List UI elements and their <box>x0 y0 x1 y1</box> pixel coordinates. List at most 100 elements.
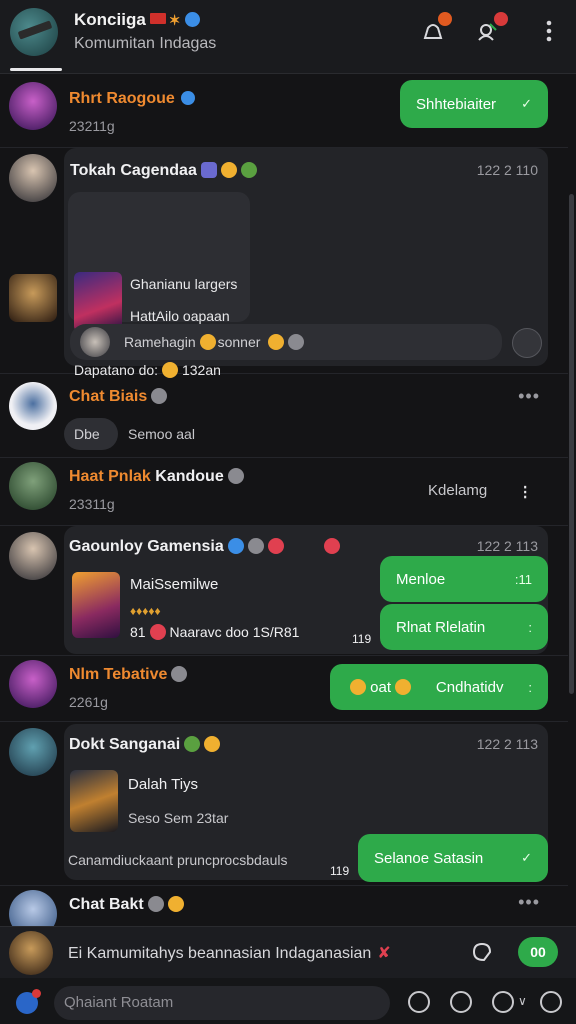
avatar[interactable] <box>9 462 57 510</box>
chat-row[interactable]: Chat Bakt ••• <box>0 886 568 926</box>
active-tab-indicator <box>10 68 62 71</box>
chat-name-text: Haat Pnlak <box>69 468 151 485</box>
notification-icon[interactable] <box>420 12 452 44</box>
bubble-time: :11 <box>514 571 532 587</box>
scrollbar[interactable] <box>569 194 574 694</box>
mute-icon <box>171 666 188 682</box>
mute-icon <box>227 468 244 484</box>
emoji-icon <box>240 162 257 178</box>
emoji-icon <box>204 736 221 752</box>
outgoing-bubble[interactable]: Rlnat Rlelatin: <box>380 604 548 650</box>
chat-row[interactable]: Haat Pnlak Kandoue 23311g Kdelamg ⁝ <box>0 458 568 526</box>
avatar[interactable] <box>9 728 57 776</box>
chat-row[interactable]: Dokt Sanganai 122 2 113 Dalah Tiys Seso … <box>0 722 568 886</box>
emoji-icon <box>268 334 285 350</box>
tag-pill[interactable]: Dbe <box>64 418 118 450</box>
chat-row[interactable]: Rhrt Raogoue 23211g Shhtebiaiter ✓ <box>0 74 568 148</box>
emoji-icon <box>220 162 237 178</box>
voice-icon[interactable] <box>408 991 430 1013</box>
more-vertical-icon[interactable]: ⁝ <box>522 480 528 505</box>
outgoing-bubble[interactable]: oat Cndhatidv: <box>330 664 548 710</box>
status-text: Kdelamg <box>428 482 488 499</box>
bubble-text: Rlnat Rlelatin <box>396 618 486 636</box>
chat-row[interactable]: Chat Biais ••• Dbe Semoo aal <box>0 374 568 458</box>
card-title: MaiSsemilwe <box>130 576 219 593</box>
more-icon[interactable]: ••• <box>518 892 540 913</box>
chat-name-secondary: Kandoue <box>155 468 224 485</box>
bubble-time: : <box>528 679 532 695</box>
emoji-icon <box>323 538 340 554</box>
sparkle-icon: ✶ <box>168 12 181 28</box>
chat-name-text: Gaounloy Gamensia <box>69 538 224 555</box>
chat-bubble-icon[interactable] <box>450 991 472 1013</box>
more-vertical-icon[interactable] <box>536 18 552 44</box>
side-count: 119 <box>330 864 350 878</box>
read-tick-icon: ✓ <box>521 96 532 111</box>
side-count: 119 <box>352 632 372 646</box>
group-title[interactable]: Konciiga ✶ <box>74 10 200 30</box>
friends-icon[interactable] <box>476 12 508 44</box>
timestamp: 122 2 110 <box>476 162 538 178</box>
outgoing-bubble[interactable]: Selanoe Satasin ✓ <box>358 834 548 882</box>
reaction-text: Ramehagin <box>124 334 196 350</box>
chat-list[interactable]: Rhrt Raogoue 23211g Shhtebiaiter ✓ Tokah … <box>0 74 576 926</box>
chat-name: Gaounloy Gamensia <box>69 538 340 556</box>
close-icon[interactable]: ✘ <box>377 945 390 962</box>
avatar <box>9 931 53 975</box>
bubble-prefix-text: oat <box>370 678 392 696</box>
chat-preview: Semoo aal <box>128 426 195 442</box>
card-count: 81 <box>130 624 146 640</box>
send-button[interactable]: 00 <box>518 937 558 967</box>
emoji-picker-icon[interactable] <box>492 991 514 1013</box>
chat-name: Chat Bakt <box>69 896 184 914</box>
thumbnail-image[interactable] <box>72 572 120 638</box>
card-meta-text: Naaravc doo 1S/R81 <box>169 624 300 640</box>
chat-row[interactable]: Gaounloy Gamensia 122 2 113 MaiSsemilwe … <box>0 526 568 656</box>
chat-preview: 2261g <box>69 694 108 710</box>
timer-icon[interactable] <box>512 328 542 358</box>
card-subtitle: Seso Sem 23tar <box>128 810 229 826</box>
clap-icon <box>167 896 184 912</box>
avatar[interactable] <box>9 274 57 322</box>
bubble-text: Shhtebiaiter <box>416 95 497 113</box>
group-avatar[interactable] <box>10 8 58 56</box>
friends-badge <box>494 12 508 26</box>
chat-name: Dokt Sanganai <box>69 736 221 754</box>
avatar[interactable] <box>9 82 57 130</box>
avatar[interactable] <box>9 382 57 430</box>
emoji-icon <box>247 538 264 554</box>
compose-preview[interactable]: Ei Kamumitahys beannasian Indaganasian ✘ … <box>0 926 576 978</box>
more-icon[interactable]: ••• <box>518 386 540 407</box>
avatar[interactable] <box>9 660 57 708</box>
reaction-bar[interactable]: Ramehagin sonner <box>70 324 502 360</box>
avatar[interactable] <box>9 154 57 202</box>
avatar[interactable] <box>9 532 57 580</box>
check-icon[interactable] <box>540 991 562 1013</box>
bubble-prefix: oat <box>346 678 412 696</box>
emoji-icon <box>149 624 166 640</box>
chat-preview: 23211g <box>69 118 115 134</box>
emoji-icon <box>184 736 201 752</box>
chat-name-text: Chat Biais <box>69 388 148 405</box>
chevron-down-icon[interactable]: ∨ <box>518 994 527 1008</box>
read-tick-icon: ✓ <box>521 850 532 865</box>
sticker-icon[interactable] <box>470 940 494 964</box>
chat-name: Tokah Cagendaa <box>70 162 257 180</box>
thumbnail-image[interactable] <box>74 272 122 332</box>
mute-icon <box>151 388 168 404</box>
input-bar: Qhaiant Roatam ∨ <box>0 978 576 1024</box>
message-input[interactable]: Qhaiant Roatam <box>54 986 390 1020</box>
compose-text-content: Ei Kamumitahys beannasian Indaganasian <box>68 945 372 962</box>
outgoing-bubble[interactable]: Menloe:11 <box>380 556 548 602</box>
tag-label: Dbe <box>74 426 100 442</box>
avatar[interactable] <box>9 890 57 926</box>
chat-header: Konciiga ✶ Komumitan Indagas <box>0 0 576 74</box>
card-subtitle: HattAilo oapaan <box>130 308 230 324</box>
app-icon[interactable] <box>16 989 41 1014</box>
thumbnail-image[interactable] <box>70 770 118 832</box>
outgoing-bubble[interactable]: Shhtebiaiter ✓ <box>400 80 548 128</box>
card-title: Dalah Tiys <box>128 776 199 793</box>
card-footer: Canamdiuckaant pruncprocsbdauls <box>68 852 288 868</box>
chat-row[interactable]: Nlm Tebative 2261g oat Cndhatidv: <box>0 656 568 722</box>
chat-name: Chat Biais <box>69 388 168 406</box>
